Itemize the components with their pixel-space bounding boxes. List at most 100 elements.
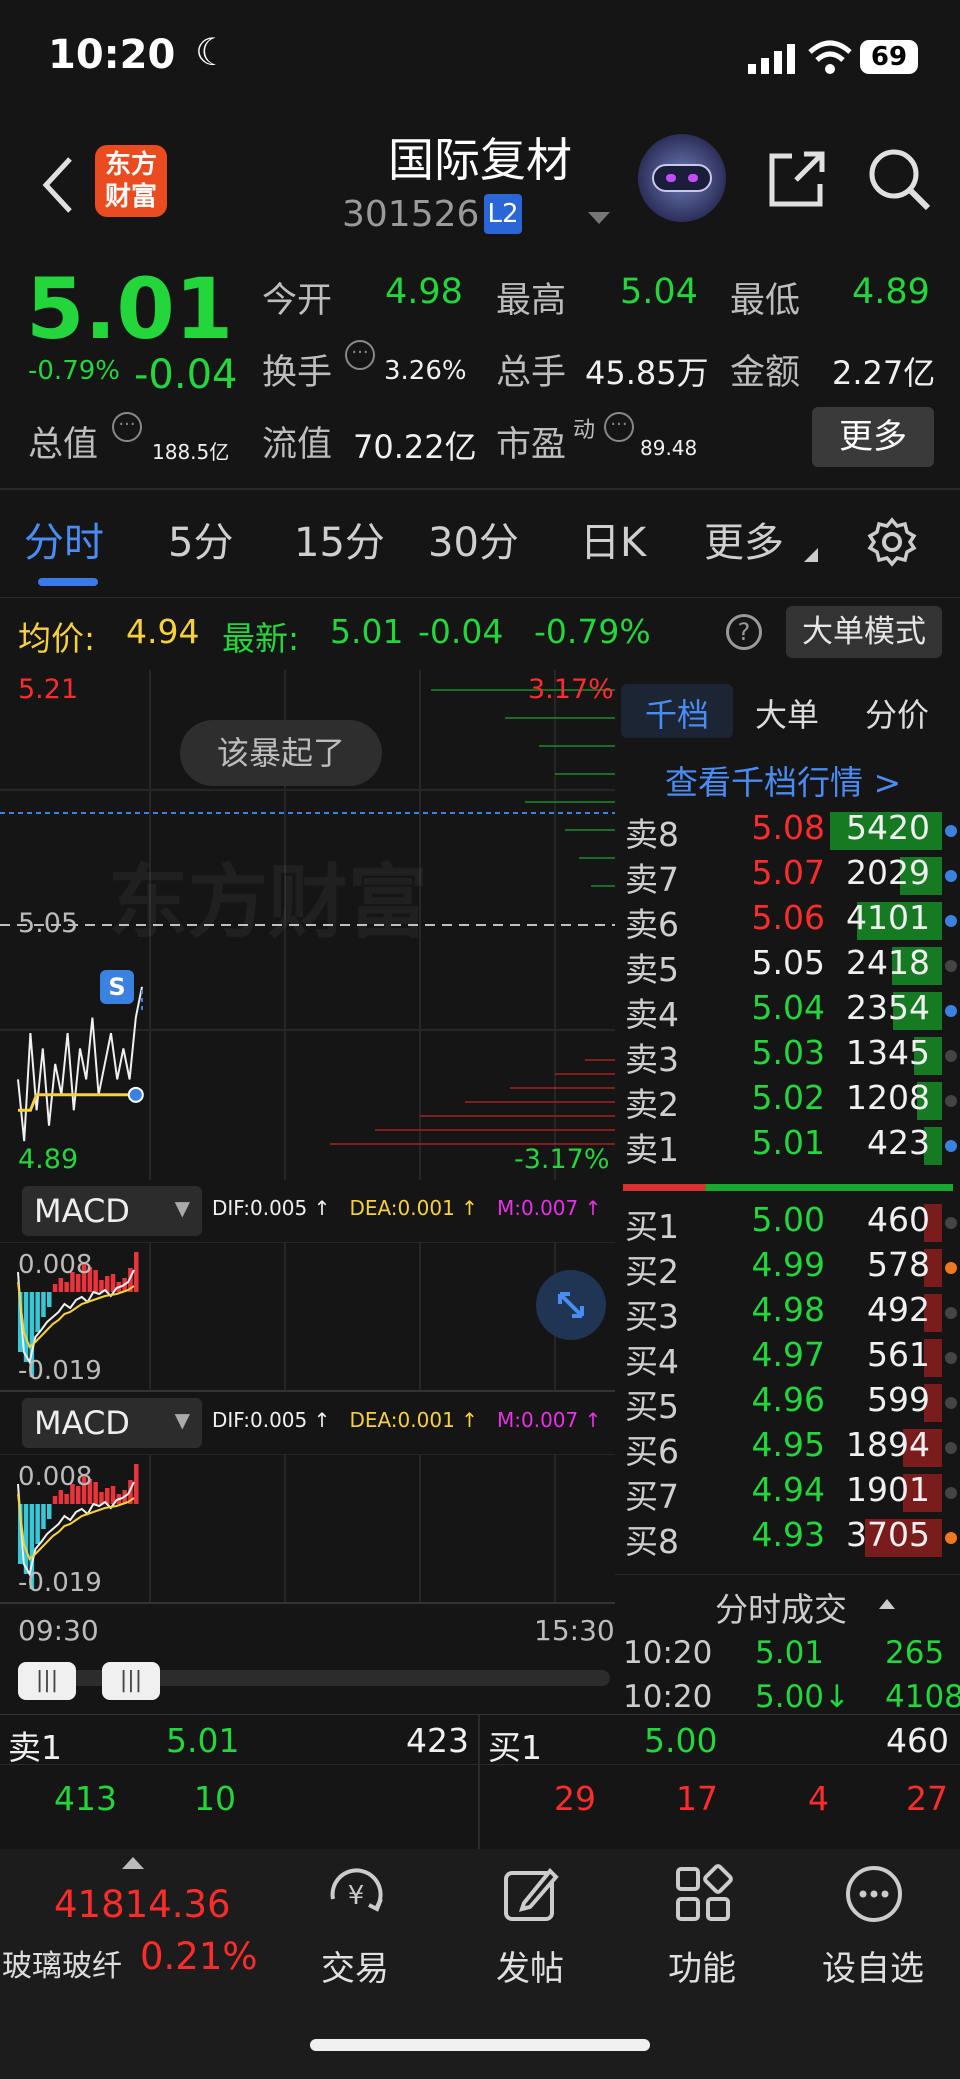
level-volume: 1894: [846, 1425, 930, 1464]
tab-intraday[interactable]: 分时: [24, 510, 104, 568]
battery-level: 69: [870, 42, 908, 72]
price-line: [17, 986, 143, 1142]
more-button[interactable]: 更多: [812, 407, 934, 467]
book-tab-pricevol[interactable]: 分价: [865, 690, 929, 736]
macd-bar: [47, 1292, 52, 1307]
pe-label: 市盈: [496, 425, 567, 465]
search-icon[interactable]: [866, 146, 932, 212]
battery-icon: 69: [860, 40, 918, 74]
bid-row[interactable]: 买3 4.98 492: [615, 1290, 960, 1336]
sector-index-value[interactable]: 41814.36: [54, 1883, 231, 1926]
signal-marker[interactable]: S: [100, 970, 134, 1004]
dea-value: DEA:0.001 ↑: [349, 1196, 478, 1220]
comment-bubble[interactable]: 该暴起了: [180, 720, 382, 786]
ask-row[interactable]: 卖6 5.06 4101: [615, 898, 960, 944]
range-handle-right[interactable]: |||: [102, 1662, 160, 1700]
macd-selector[interactable]: MACD ▼: [22, 1186, 202, 1236]
level-volume: 1901: [846, 1470, 930, 1509]
trade-volume: 265: [885, 1635, 945, 1671]
ask-row[interactable]: 卖1 5.01 423: [615, 1123, 960, 1169]
ask-row[interactable]: 卖2 5.02 1208: [615, 1078, 960, 1124]
latest-pct: -0.79%: [534, 612, 651, 651]
ask-row[interactable]: 卖7 5.07 2029: [615, 853, 960, 899]
bid-row[interactable]: 买7 4.94 1901: [615, 1470, 960, 1516]
macd-label: MACD: [34, 1404, 130, 1442]
nav-trade-label: 交易: [321, 1949, 389, 1989]
ask-row[interactable]: 卖5 5.05 2418: [615, 943, 960, 989]
tab-15min[interactable]: 15分: [294, 510, 385, 568]
share-icon[interactable]: [766, 148, 828, 210]
chevron-up-icon[interactable]: [122, 1855, 144, 1869]
bid-queue-item: 4: [808, 1779, 829, 1818]
bid-row[interactable]: 买2 4.99 578: [615, 1245, 960, 1291]
help-icon[interactable]: ?: [726, 614, 762, 650]
grid-icon: [676, 1864, 733, 1921]
period-tabs: 分时 5分 15分 30分 日K 更多: [0, 490, 960, 598]
bid-row[interactable]: 买5 4.96 599: [615, 1380, 960, 1426]
order-dot-icon: [945, 1217, 957, 1229]
chevron-down-icon[interactable]: [588, 212, 610, 226]
order-dot-icon: [945, 1050, 957, 1062]
bid-row[interactable]: 买4 4.97 561: [615, 1335, 960, 1381]
m-value: M:0.007 ↑: [497, 1408, 602, 1432]
time-end-label: 15:30: [534, 1614, 615, 1647]
level-volume: 2418: [846, 943, 930, 982]
bid-row[interactable]: 买8 4.93 3705: [615, 1515, 960, 1561]
pe-value: 89.48: [640, 436, 698, 460]
bid-queue-item: 17: [676, 1779, 718, 1818]
dea-value: DEA:0.001 ↑: [349, 1408, 478, 1432]
corner-triangle-icon: [804, 548, 818, 562]
bid-row[interactable]: 买1 5.00 460: [615, 1200, 960, 1246]
more-info-icon[interactable]: ···: [604, 412, 634, 442]
big-order-mode-button[interactable]: 大单模式: [786, 606, 942, 658]
macd-bar: [64, 1494, 69, 1504]
macd-selector[interactable]: MACD ▼: [22, 1398, 202, 1448]
bottom-quote: 卖1 5.01 423 买1 5.00 460 413 10 29 17 4 2…: [0, 1714, 960, 1850]
high-value: 5.04: [620, 272, 698, 312]
macd-values: DIF:0.005 ↑ DEA:0.001 ↑ M:0.007 ↑: [212, 1408, 601, 1432]
y-axis-mid-label: 5.05: [18, 908, 79, 939]
quote-panel: 5.01 -0.79% -0.04 今开 4.98 最高 5.04 最低 4.8…: [0, 260, 960, 490]
chevron-up-icon[interactable]: [879, 1597, 895, 1609]
tab-more[interactable]: 更多: [704, 510, 784, 568]
bid1-price: 5.00: [644, 1721, 718, 1760]
bottom-tabbar: 41814.36 玻璃玻纤 0.21% ¥ 交易 发帖 功能 设自选: [0, 1849, 960, 2079]
status-time: 10:20: [48, 32, 176, 78]
ask1-volume: 423: [406, 1721, 469, 1760]
back-icon[interactable]: [40, 155, 74, 215]
level-volume: 5420: [846, 808, 930, 847]
level-name: 买1: [625, 1207, 679, 1246]
stock-name: 国际复材: [388, 133, 572, 187]
bid-queue-item: 27: [906, 1779, 948, 1818]
ask-row[interactable]: 卖3 5.03 1345: [615, 1033, 960, 1079]
settings-gear-icon[interactable]: [866, 516, 918, 568]
view-depth-link[interactable]: 查看千档行情 >: [665, 756, 901, 804]
signal-icon: [748, 44, 795, 74]
assistant-avatar[interactable]: [638, 134, 726, 222]
book-tab-bigorder[interactable]: 大单: [755, 690, 819, 736]
tab-daily-k[interactable]: 日K: [580, 510, 646, 568]
book-tab-depth[interactable]: 千档: [645, 690, 709, 736]
more-info-icon[interactable]: ···: [345, 340, 375, 370]
trade-time: 10:20: [623, 1679, 713, 1715]
bid-row[interactable]: 买6 4.95 1894: [615, 1425, 960, 1471]
bid-queue-item: 29: [554, 1779, 596, 1818]
order-dot-icon: [945, 1532, 957, 1544]
macd-bar: [64, 1282, 69, 1292]
order-dot-icon: [945, 825, 957, 837]
more-info-icon[interactable]: ···: [112, 412, 142, 442]
tab-5min[interactable]: 5分: [168, 510, 233, 568]
tab-30min[interactable]: 30分: [428, 510, 519, 568]
ask-row[interactable]: 卖8 5.08 5420: [615, 808, 960, 854]
stock-code: 301526: [342, 194, 480, 235]
ask-row[interactable]: 卖4 5.04 2354: [615, 988, 960, 1034]
macd-bar: [47, 1504, 52, 1519]
range-handle-left[interactable]: |||: [18, 1662, 76, 1700]
ratio-bar: [623, 1184, 953, 1191]
mcap-label: 总值: [28, 425, 99, 465]
turnover-label: 换手: [262, 353, 333, 393]
latest-change: -0.04: [418, 612, 504, 651]
expand-icon[interactable]: [536, 1270, 606, 1340]
level-name: 买5: [625, 1387, 679, 1426]
intraday-chart[interactable]: 5.21 5.05 4.89 3.17% -3.17% 东方财富 该暴起了 S …: [0, 670, 615, 1714]
